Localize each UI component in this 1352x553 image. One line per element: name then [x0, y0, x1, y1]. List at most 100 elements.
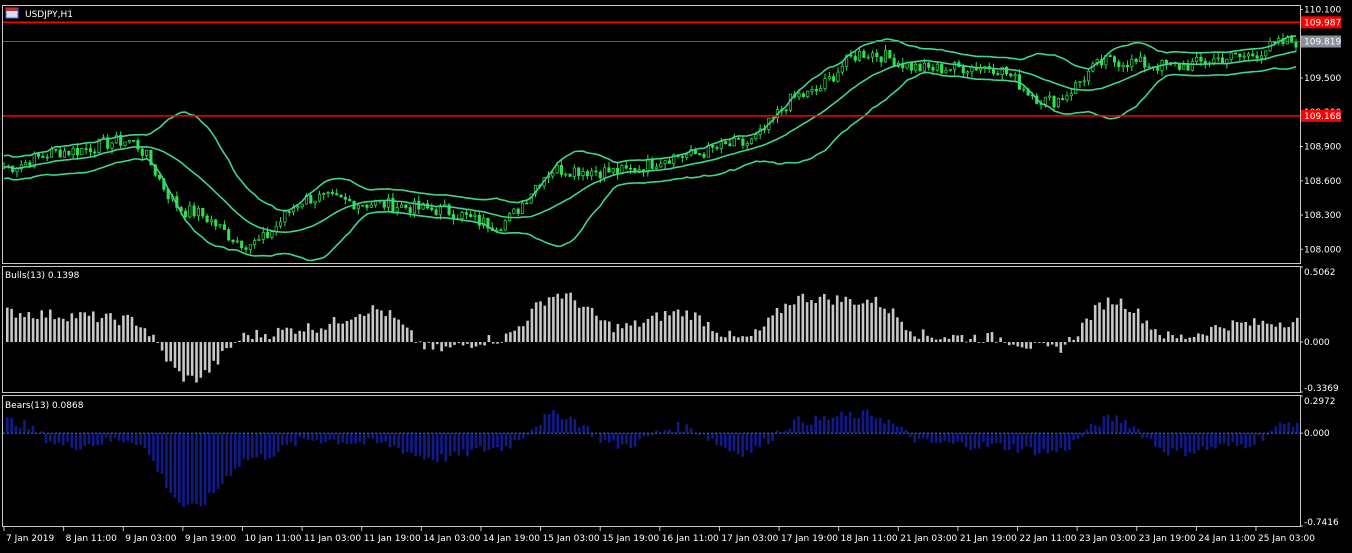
time-tick-label: 8 Jan 11:00: [66, 534, 118, 544]
candle-body: [1195, 56, 1199, 62]
time-tick-label: 9 Jan 03:00: [125, 534, 177, 544]
bulls-bar: [195, 342, 198, 383]
candle-body: [1065, 95, 1069, 101]
candle-body: [248, 244, 252, 250]
bulls-bar: [345, 321, 349, 343]
candle-body: [611, 167, 615, 173]
bears-bar: [883, 423, 886, 434]
bears-bar: [1188, 433, 1192, 453]
bulls-bar: [1025, 342, 1028, 349]
bulls-bar: [616, 323, 620, 343]
candle-body: [663, 160, 667, 165]
bulls-bar: [792, 304, 796, 343]
bulls-bar: [362, 315, 366, 343]
bears-bar: [418, 433, 422, 456]
bulls-bar: [866, 299, 869, 343]
bulls-bar: [801, 293, 805, 343]
bulls-bar: [135, 325, 138, 343]
bears-bar: [272, 433, 276, 457]
bulls-tick-label: 0.000: [1304, 338, 1330, 348]
bears-bar: [801, 422, 805, 434]
bulls-bar: [1214, 325, 1217, 343]
candle-body: [1242, 55, 1246, 58]
candle-body: [1121, 64, 1125, 68]
bulls-bar: [1081, 322, 1084, 343]
candle-body: [1259, 55, 1263, 59]
bulls-bar: [298, 330, 301, 343]
candle-body: [914, 63, 918, 71]
bears-bar: [878, 417, 882, 434]
bears-bar: [655, 430, 658, 434]
candle-body: [1186, 64, 1190, 71]
bears-bar: [53, 433, 56, 445]
bears-bar: [264, 433, 267, 460]
bulls-bar: [1098, 302, 1101, 343]
candle-body: [512, 208, 516, 214]
bulls-bar: [947, 338, 951, 343]
bears-bar: [61, 433, 65, 446]
bears-bar: [109, 433, 112, 442]
bears-bar: [229, 433, 233, 476]
bulls-bar: [969, 339, 972, 343]
bears-bar: [1184, 433, 1187, 457]
candle-body: [1069, 93, 1073, 97]
bulls-bar: [986, 333, 989, 343]
bears-bar: [358, 433, 362, 442]
bulls-bar: [762, 326, 766, 343]
time-tick-label: 14 Jan 19:00: [483, 534, 540, 544]
candle-body: [1048, 95, 1052, 98]
bears-bar: [1119, 422, 1123, 434]
bulls-bar: [1145, 320, 1149, 343]
candle-body: [909, 62, 913, 71]
bulls-bar: [302, 331, 306, 343]
bulls-bar: [625, 323, 628, 343]
bulls-bar: [900, 321, 903, 343]
bulls-bar: [1115, 304, 1118, 343]
bulls-bar: [1102, 309, 1106, 343]
candle-body: [188, 205, 192, 218]
bulls-bar: [534, 302, 538, 343]
bulls-bar: [883, 308, 886, 343]
candle-body: [317, 194, 321, 202]
bulls-bar: [990, 332, 994, 343]
bulls-bar: [939, 339, 942, 343]
bears-bar: [307, 433, 310, 441]
candle-body: [222, 224, 226, 230]
candle-body: [1074, 82, 1078, 95]
bulls-bar: [995, 341, 998, 343]
candle-body: [870, 52, 875, 58]
bears-bar: [1192, 433, 1196, 454]
candle-body: [244, 247, 248, 250]
bears-bar: [474, 433, 478, 449]
bulls-bar: [350, 319, 353, 343]
bulls-bar: [470, 342, 473, 348]
candle-body: [564, 173, 568, 176]
bulls-bar: [92, 311, 95, 343]
bears-bar: [268, 433, 271, 459]
bulls-bar: [715, 332, 719, 343]
bears-bar: [423, 433, 426, 460]
bears-panel[interactable]: [3, 409, 1300, 507]
bulls-bar: [104, 313, 108, 343]
bulls-bar: [1291, 322, 1295, 343]
bears-bar: [113, 433, 117, 439]
bears-bar: [410, 433, 413, 453]
bulls-bar: [956, 335, 959, 343]
bulls-panel[interactable]: [6, 292, 1299, 383]
bulls-bar: [651, 315, 654, 343]
chart-canvas[interactable]: USDJPY,H1 Bulls(13) 0.1398 Bears(13) 0.0…: [0, 0, 1352, 549]
mt-chart-window[interactable]: USDJPY,H1 Bulls(13) 0.1398 Bears(13) 0.0…: [0, 0, 1352, 549]
bulls-bar: [840, 301, 843, 343]
bulls-bar: [1141, 323, 1144, 343]
price-panel[interactable]: [2, 21, 1300, 262]
bears-bar: [289, 433, 293, 443]
time-tick-label: 24 Jan 11:00: [1198, 534, 1255, 544]
bulls-bar: [1020, 342, 1024, 348]
candle-body: [966, 71, 970, 74]
candle-body: [1294, 42, 1298, 48]
bulls-bar: [960, 335, 964, 343]
bulls-bar: [706, 321, 710, 343]
bears-bar: [225, 433, 228, 476]
bears-bar: [612, 433, 615, 441]
bears-bar: [663, 430, 667, 434]
